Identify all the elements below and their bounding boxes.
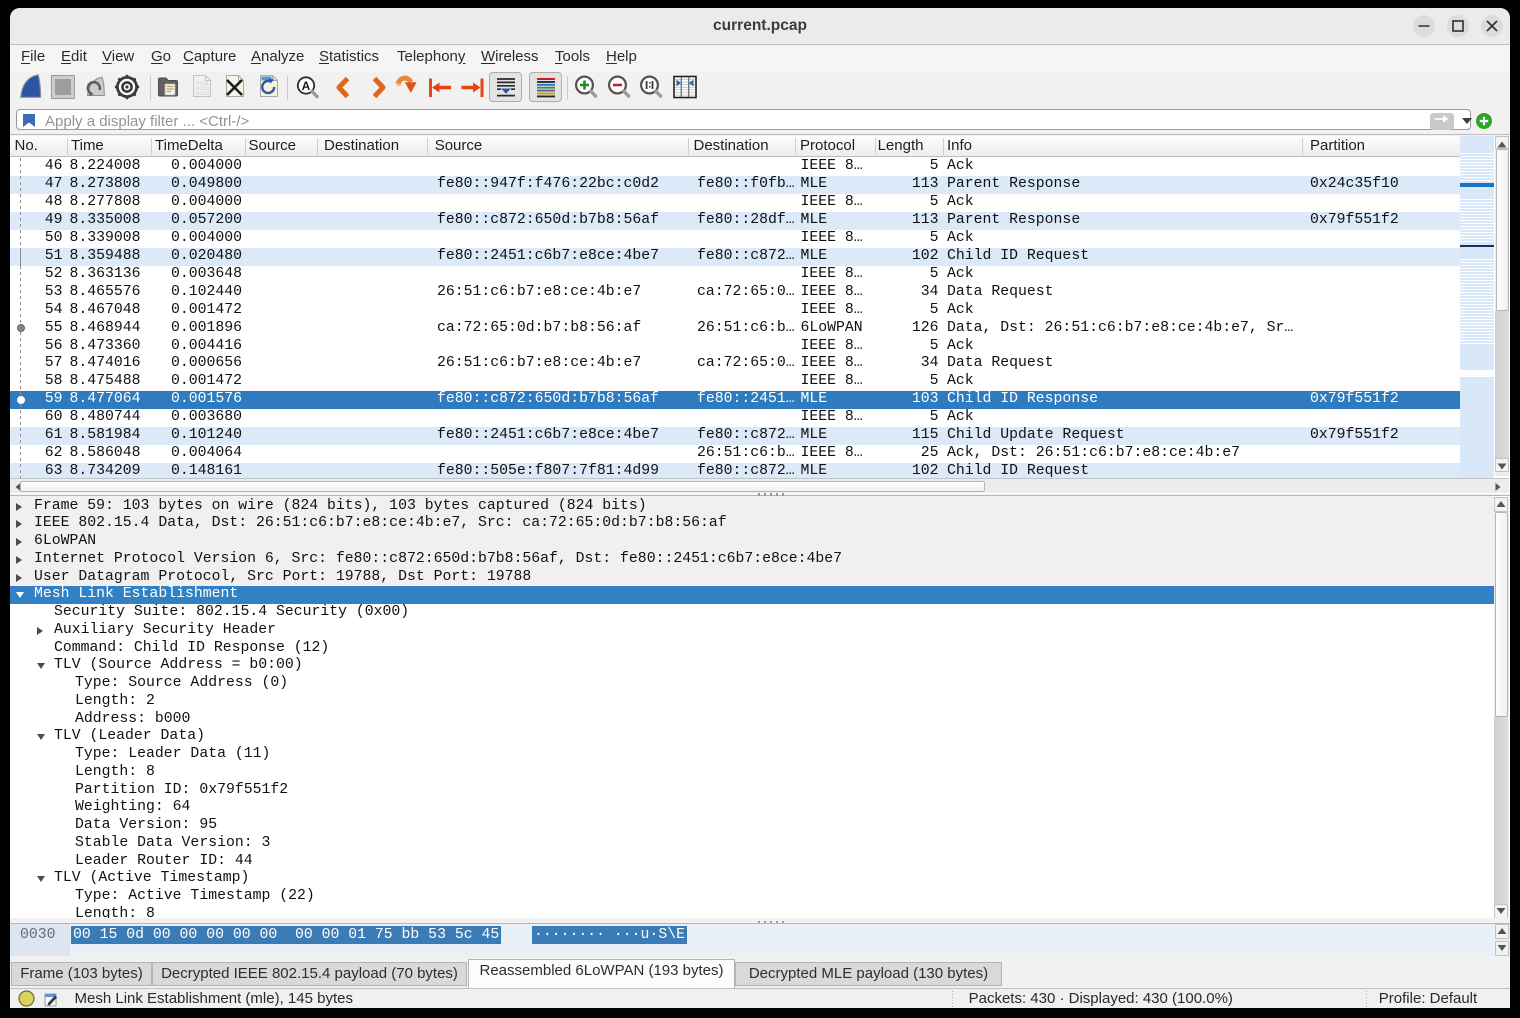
svg-text:0313: 0313 — [196, 90, 209, 97]
svg-text:A: A — [302, 79, 311, 93]
